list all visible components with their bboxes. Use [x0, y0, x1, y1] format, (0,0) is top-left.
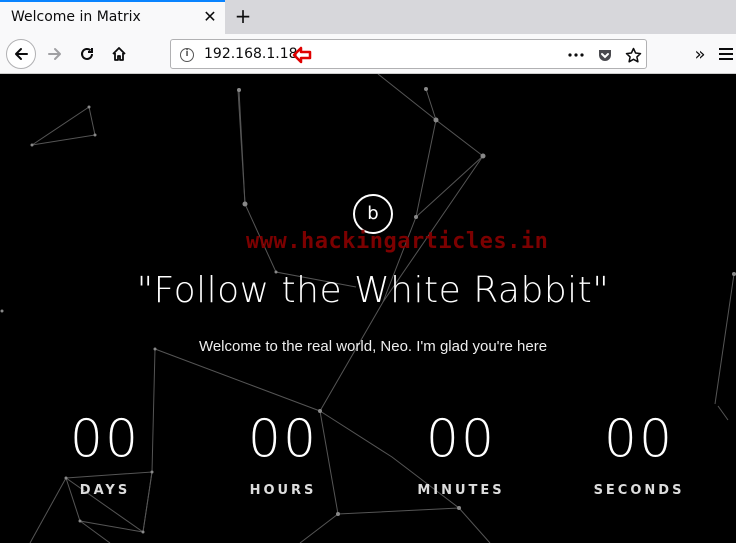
new-tab-button[interactable]: +	[232, 3, 254, 29]
back-button[interactable]	[6, 39, 36, 69]
reload-button[interactable]	[72, 39, 102, 69]
plus-icon: +	[234, 4, 252, 28]
countdown-hours: 00 HOURS	[213, 409, 353, 498]
tab-bar: Welcome in Matrix ✕ +	[0, 0, 736, 34]
page-headline: "Follow the White Rabbit"	[136, 270, 610, 311]
close-icon[interactable]: ✕	[201, 8, 219, 26]
countdown-label: HOURS	[249, 483, 317, 498]
arrow-right-icon	[48, 48, 61, 60]
arrow-left-icon	[15, 48, 28, 60]
countdown-minutes: 00 MINUTES	[391, 409, 531, 498]
home-icon	[112, 47, 126, 61]
more-icon[interactable]	[566, 46, 586, 64]
overflow-button[interactable]: »	[685, 39, 715, 69]
countdown-label: SECONDS	[593, 483, 685, 498]
info-icon[interactable]: i	[180, 48, 194, 62]
countdown-seconds: 00 SECONDS	[569, 409, 709, 498]
watermark: www.hackingarticles.in	[246, 229, 549, 254]
menu-button[interactable]	[716, 39, 736, 69]
url-bar[interactable]: i 192.168.1.18	[170, 39, 647, 69]
star-icon[interactable]	[623, 46, 643, 64]
forward-button[interactable]	[40, 39, 70, 69]
tab-title: Welcome in Matrix	[11, 9, 141, 25]
tab-active[interactable]: Welcome in Matrix ✕	[0, 0, 225, 34]
countdown-label: MINUTES	[417, 483, 505, 498]
countdown-days: 00 DAYS	[35, 409, 175, 498]
nav-bar: i 192.168.1.18 »	[0, 34, 736, 74]
home-button[interactable]	[104, 39, 134, 69]
chevrons-right-icon: »	[694, 43, 706, 65]
countdown-value: 00	[69, 409, 141, 469]
page-subtitle: Welcome to the real world, Neo. I'm glad…	[198, 338, 548, 355]
page-content: b www.hackingarticles.in "Follow the Whi…	[0, 74, 736, 543]
reload-icon	[81, 47, 93, 60]
countdown-value: 00	[603, 409, 675, 469]
countdown-value: 00	[247, 409, 319, 469]
red-arrow-marker-icon	[292, 46, 312, 64]
countdown-value: 00	[425, 409, 497, 469]
pocket-icon[interactable]	[595, 46, 615, 64]
logo-b: b	[353, 194, 393, 234]
countdown-label: DAYS	[79, 483, 131, 498]
hamburger-icon	[719, 48, 733, 60]
url-text[interactable]: 192.168.1.18	[204, 46, 298, 62]
